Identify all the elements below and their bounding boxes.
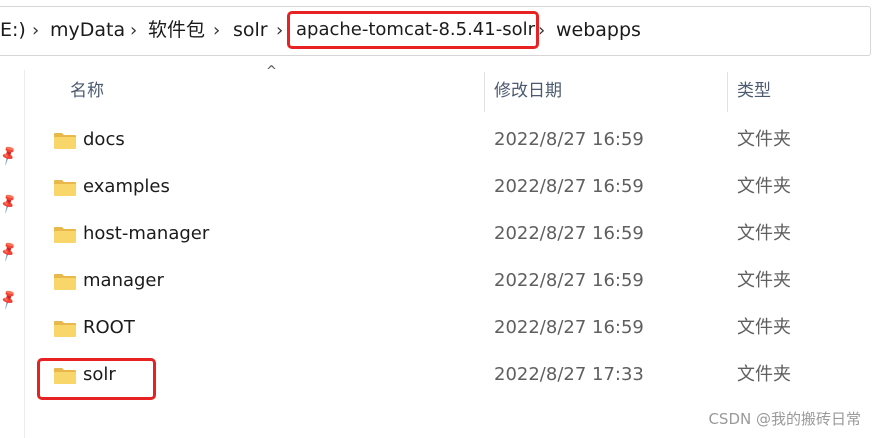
file-modified-date: 2022/8/27 16:59 <box>494 176 644 197</box>
breadcrumb-webapps[interactable]: webapps <box>556 18 641 42</box>
column-header-type[interactable]: 类型 <box>737 80 771 102</box>
folder-icon <box>54 227 76 243</box>
watermark: CSDN @我的搬砖日常 <box>708 410 861 428</box>
file-name[interactable]: host-manager <box>83 222 209 246</box>
list-item[interactable]: docs 2022/8/27 16:59 文件夹 <box>24 119 875 163</box>
breadcrumb-separator[interactable]: › <box>276 20 283 42</box>
sort-ascending-icon: ^ <box>266 64 277 79</box>
highlight-box-solr <box>37 358 156 400</box>
file-modified-date: 2022/8/27 16:59 <box>494 129 644 150</box>
file-type: 文件夹 <box>737 129 791 150</box>
file-modified-date: 2022/8/27 16:59 <box>494 317 644 338</box>
list-item[interactable]: ROOT 2022/8/27 16:59 文件夹 <box>24 307 875 351</box>
file-name[interactable]: examples <box>83 175 170 199</box>
file-modified-date: 2022/8/27 16:59 <box>494 270 644 291</box>
file-type: 文件夹 <box>737 317 791 338</box>
file-name[interactable]: ROOT <box>83 316 135 340</box>
file-type: 文件夹 <box>737 270 791 291</box>
pin-icon[interactable]: 📌 <box>0 193 20 216</box>
breadcrumb-mydata[interactable]: myData <box>50 18 125 42</box>
file-name[interactable]: docs <box>83 128 125 152</box>
column-header-modified[interactable]: 修改日期 <box>494 80 562 102</box>
navigation-pane-edge: 📌 📌 📌 📌 <box>0 70 25 438</box>
pin-icon[interactable]: 📌 <box>0 289 20 312</box>
file-type: 文件夹 <box>737 176 791 197</box>
file-modified-date: 2022/8/27 17:33 <box>494 364 644 385</box>
list-item[interactable]: host-manager 2022/8/27 16:59 文件夹 <box>24 213 875 257</box>
breadcrumb-separator[interactable]: › <box>130 20 137 42</box>
breadcrumb-separator[interactable]: › <box>213 20 220 42</box>
breadcrumb-separator[interactable]: › <box>32 20 39 42</box>
breadcrumb-solr[interactable]: solr <box>233 18 268 42</box>
breadcrumb-drive[interactable]: E:) <box>0 18 26 42</box>
list-item[interactable]: examples 2022/8/27 16:59 文件夹 <box>24 166 875 210</box>
file-modified-date: 2022/8/27 16:59 <box>494 223 644 244</box>
column-divider[interactable] <box>727 72 728 112</box>
pin-icon[interactable]: 📌 <box>0 145 20 168</box>
folder-icon <box>54 133 76 149</box>
column-divider[interactable] <box>484 72 485 112</box>
folder-icon <box>54 180 76 196</box>
file-type: 文件夹 <box>737 364 791 385</box>
pin-icon[interactable]: 📌 <box>0 241 20 264</box>
file-name[interactable]: manager <box>83 269 164 293</box>
folder-icon <box>54 321 76 337</box>
breadcrumb-separator[interactable]: › <box>538 20 545 42</box>
folder-icon <box>54 274 76 290</box>
file-type: 文件夹 <box>737 223 791 244</box>
list-item[interactable]: manager 2022/8/27 16:59 文件夹 <box>24 260 875 304</box>
breadcrumb-software[interactable]: 软件包 <box>148 18 205 42</box>
highlight-box-tomcat <box>287 11 539 49</box>
column-header-name[interactable]: 名称 <box>70 80 104 102</box>
address-bar: E:) › myData › 软件包 › solr › apache-tomca… <box>0 0 875 60</box>
